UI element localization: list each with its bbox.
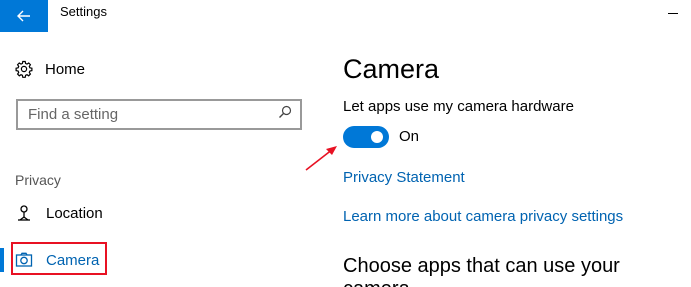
section-label-privacy: Privacy xyxy=(15,172,61,188)
privacy-statement-link[interactable]: Privacy Statement xyxy=(343,169,465,186)
selected-indicator xyxy=(0,248,4,272)
camera-highlight-box xyxy=(11,242,107,275)
settings-window: Settings Home Find a setting Privacy Loc… xyxy=(0,0,691,287)
learn-more-link[interactable]: Learn more about camera privacy settings xyxy=(343,208,623,225)
minimize-button[interactable] xyxy=(668,13,678,14)
camera-setting-label: Let apps use my camera hardware xyxy=(343,98,574,115)
back-button[interactable] xyxy=(0,0,48,32)
sidebar-item-label: Location xyxy=(46,204,103,222)
sidebar-home[interactable]: Home xyxy=(15,58,85,80)
home-label: Home xyxy=(45,60,86,78)
search-placeholder: Find a setting xyxy=(28,106,119,123)
gear-icon xyxy=(15,60,33,78)
search-input[interactable]: Find a setting xyxy=(16,99,302,130)
choose-apps-heading: Choose apps that can use your camera xyxy=(343,255,620,287)
window-title: Settings xyxy=(60,4,107,19)
page-title: Camera xyxy=(343,54,440,84)
sidebar-item-location[interactable]: Location xyxy=(15,202,103,224)
toggle-knob xyxy=(371,131,383,143)
location-icon xyxy=(15,204,33,222)
annotation-arrow-icon xyxy=(305,146,337,171)
camera-toggle[interactable] xyxy=(343,126,389,148)
search-icon xyxy=(278,105,292,124)
back-arrow-icon xyxy=(17,10,31,22)
toggle-state-label: On xyxy=(399,128,420,145)
